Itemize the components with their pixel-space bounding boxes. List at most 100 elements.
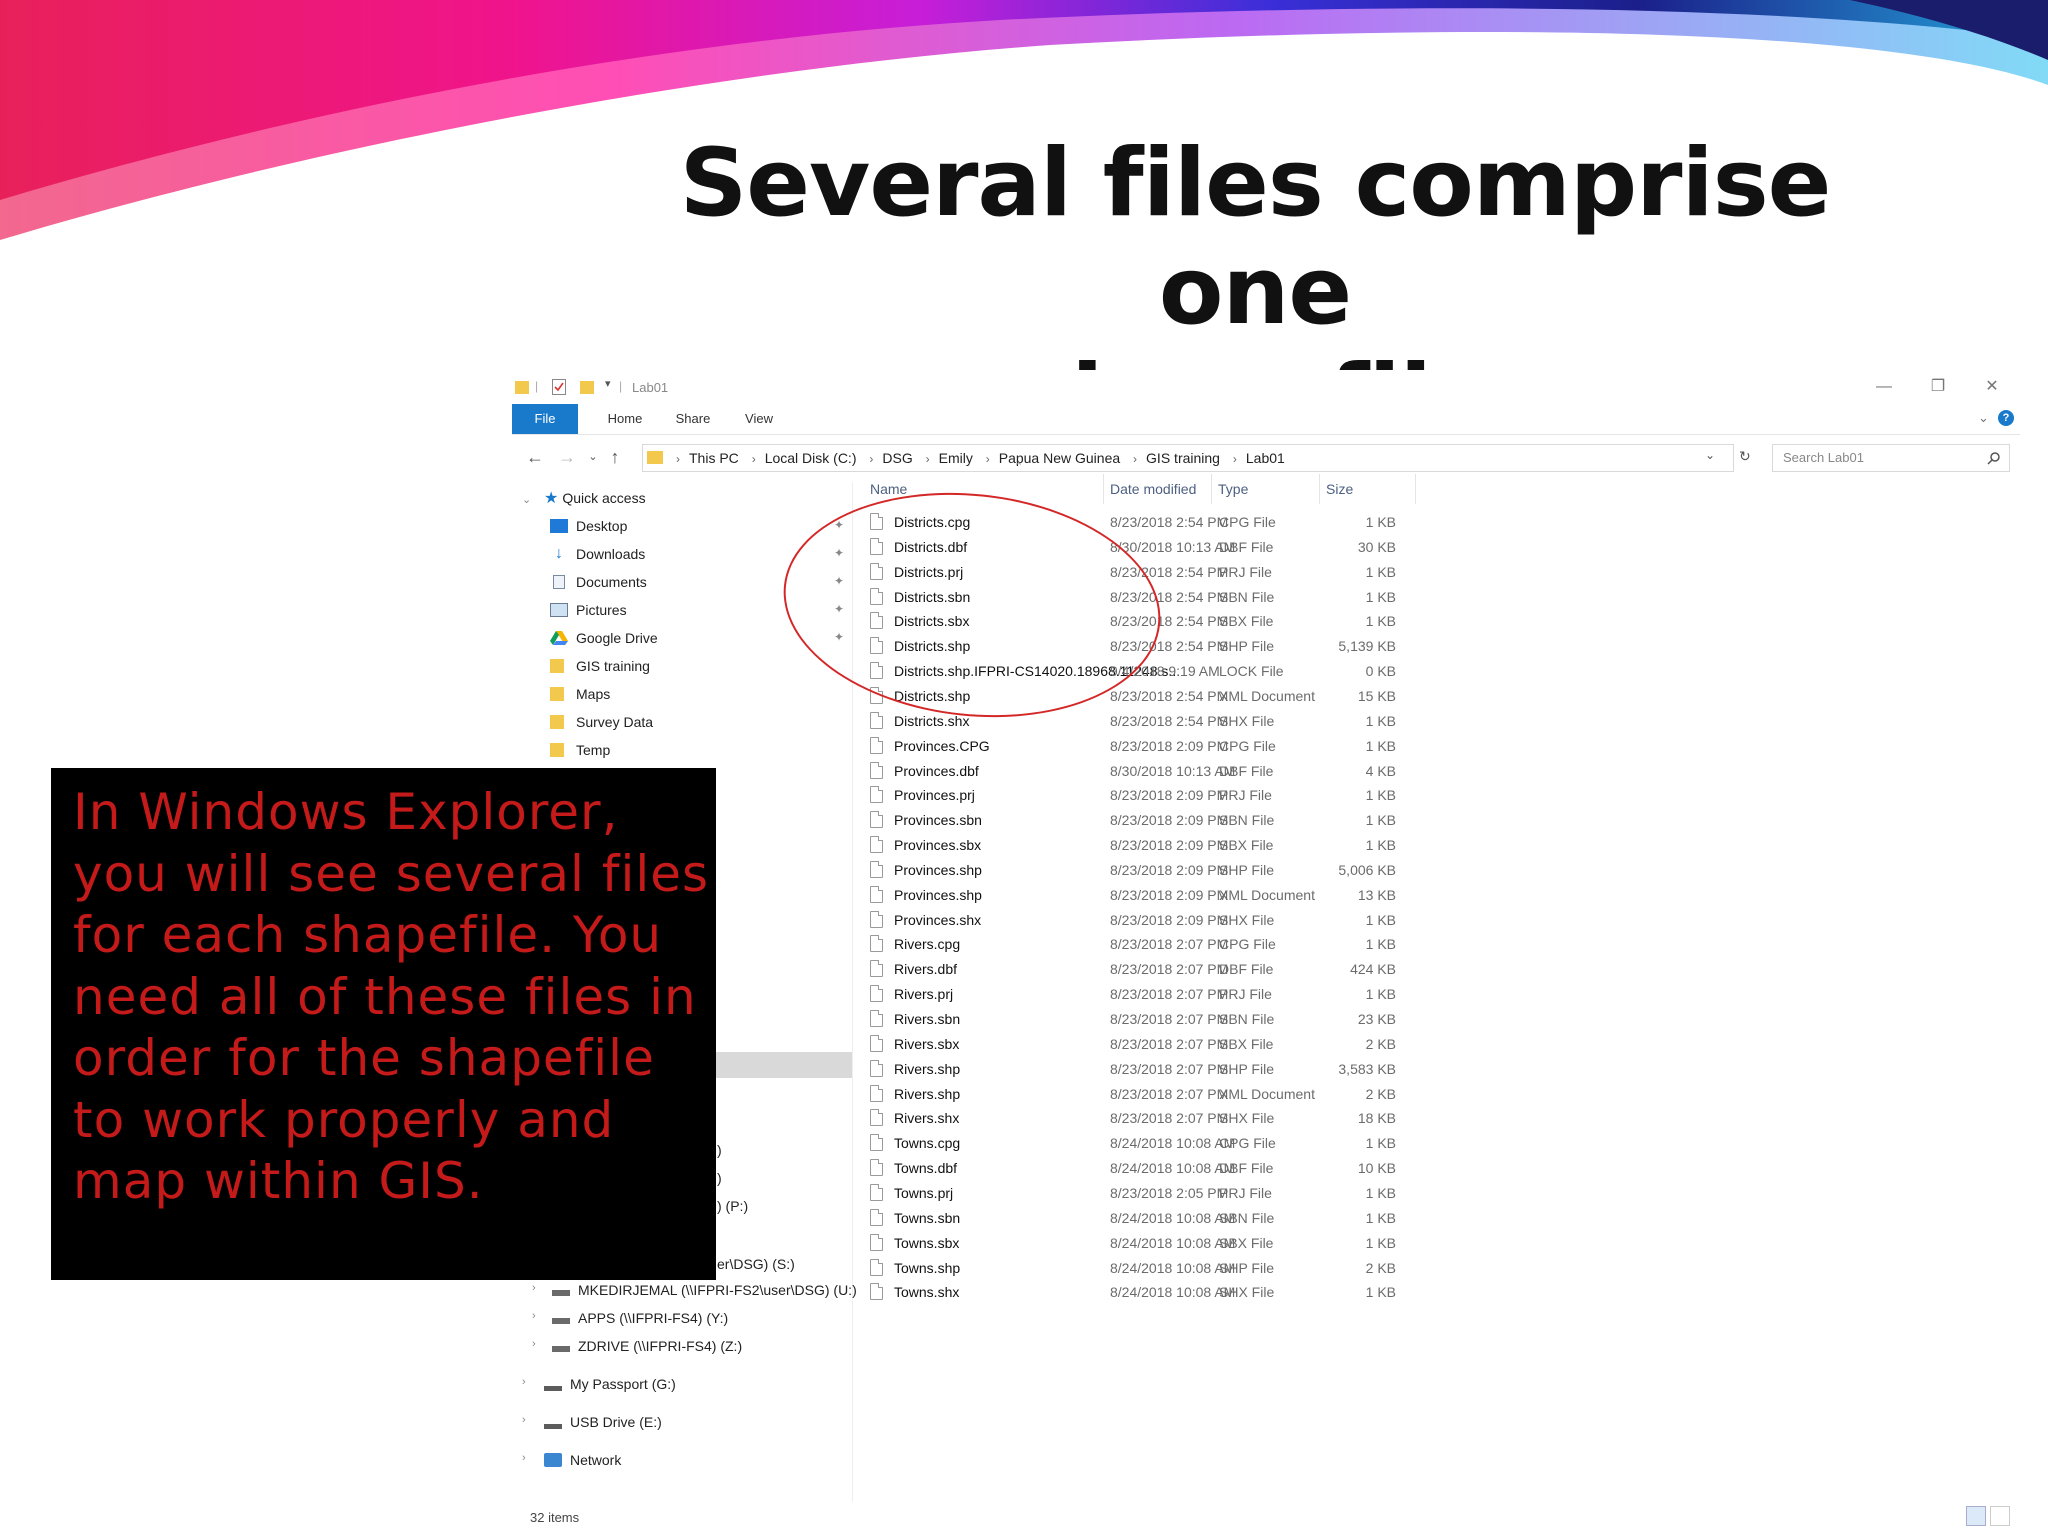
file-row[interactable]: Rivers.shp 8/23/2018 2:07 PM SHP File 3,583…	[864, 1057, 1684, 1081]
breadcrumb-lab01[interactable]: Lab01	[1246, 450, 1285, 466]
column-header-type[interactable]: Type	[1212, 474, 1320, 504]
file-row[interactable]: Rivers.sbx 8/23/2018 2:07 PM SBX File 2 KB	[864, 1032, 1684, 1056]
file-row[interactable]: Provinces.CPG 8/23/2018 2:09 PM CPG File 1 …	[864, 734, 1684, 758]
nav-drive-partial[interactable]: )	[717, 1138, 722, 1162]
new-folder-icon[interactable]	[580, 379, 594, 395]
up-arrow-icon[interactable]: ↑	[604, 446, 626, 468]
file-row[interactable]: Towns.prj 8/23/2018 2:05 PM PRJ File 1 KB	[864, 1181, 1684, 1205]
chevron-down-icon[interactable]: ⌄	[522, 493, 531, 506]
file-row[interactable]: Rivers.shp 8/23/2018 2:07 PM XML Document 2…	[864, 1082, 1684, 1106]
tab-view[interactable]: View	[728, 404, 790, 434]
nav-label: Downloads	[576, 546, 646, 562]
file-row[interactable]: Provinces.dbf 8/30/2018 10:13 AM DBF File 4…	[864, 759, 1684, 783]
file-size: 1 KB	[1365, 837, 1396, 854]
breadcrumb-local-disk[interactable]: Local Disk (C:)	[765, 450, 857, 466]
nav-network[interactable]: Network	[544, 1448, 621, 1472]
file-icon	[870, 1109, 883, 1127]
file-date-modified: 8/23/2018 2:09 PM	[1110, 911, 1229, 928]
address-dropdown-icon[interactable]: ⌄	[1705, 448, 1715, 462]
file-date-modified: 8/23/2018 2:54 PM	[1110, 712, 1229, 729]
close-button[interactable]: ✕	[1970, 374, 2014, 400]
breadcrumb-emily[interactable]: Emily	[939, 450, 973, 466]
file-row[interactable]: Rivers.sbn 8/23/2018 2:07 PM SBN File 23 KB	[864, 1007, 1684, 1031]
file-row[interactable]: Provinces.shx 8/23/2018 2:09 PM SHX File 1 …	[864, 908, 1684, 932]
nav-label: Pictures	[576, 602, 627, 618]
nav-drive-z[interactable]: ZDRIVE (\\IFPRI-FS4) (Z:)	[552, 1334, 742, 1358]
file-size: 1 KB	[1365, 1209, 1396, 1226]
file-row[interactable]: Towns.shp 8/24/2018 10:08 AM SHP File 2 KB	[864, 1256, 1684, 1280]
file-row[interactable]: Provinces.shp 8/23/2018 2:09 PM SHP File 5,…	[864, 858, 1684, 882]
breadcrumb-this-pc[interactable]: This PC	[689, 450, 739, 466]
file-row[interactable]: Provinces.shp 8/23/2018 2:09 PM XML Docume…	[864, 883, 1684, 907]
breadcrumb-gis-training[interactable]: GIS training	[1146, 450, 1220, 466]
file-icon	[870, 761, 883, 779]
nav-drive-partial[interactable]: ) (P:)	[717, 1194, 748, 1218]
restore-button[interactable]: ❐	[1916, 374, 1960, 400]
customize-dropdown-icon[interactable]: ▾	[605, 377, 611, 390]
file-size: 1 KB	[1365, 1184, 1396, 1201]
refresh-icon[interactable]: ↻	[1739, 448, 1751, 465]
file-type: CPG File	[1219, 737, 1276, 754]
file-row[interactable]: Towns.sbn 8/24/2018 10:08 AM SBN File 1 KB	[864, 1206, 1684, 1230]
file-name: Rivers.shp	[894, 1085, 961, 1102]
tab-home[interactable]: Home	[594, 404, 656, 434]
file-row[interactable]: Provinces.prj 8/23/2018 2:09 PM PRJ File 1 …	[864, 783, 1684, 807]
file-row[interactable]: Towns.sbx 8/24/2018 10:08 AM SBX File 1 KB	[864, 1231, 1684, 1255]
file-row[interactable]: Towns.dbf 8/24/2018 10:08 AM DBF File 10 KB	[864, 1156, 1684, 1180]
chevron-right-icon[interactable]: ›	[522, 1376, 526, 1388]
chevron-right-icon[interactable]: ›	[532, 1338, 536, 1350]
nav-usb-drive[interactable]: USB Drive (E:)	[544, 1410, 662, 1434]
tab-file[interactable]: File	[512, 404, 578, 434]
recent-locations-icon[interactable]: ⌄	[582, 446, 604, 468]
file-row[interactable]: Provinces.sbx 8/23/2018 2:09 PM SBX File 1 …	[864, 833, 1684, 857]
nav-maps[interactable]: Maps	[550, 682, 610, 706]
search-input[interactable]: Search Lab01	[1772, 444, 2010, 472]
file-row[interactable]: Towns.shx 8/24/2018 10:08 AM SHX File 1 KB	[864, 1280, 1684, 1304]
tab-share[interactable]: Share	[662, 404, 724, 434]
nav-my-passport[interactable]: My Passport (G:)	[544, 1372, 676, 1396]
properties-icon[interactable]	[552, 379, 566, 395]
chevron-right-icon[interactable]: ›	[532, 1310, 536, 1322]
column-header-date-modified[interactable]: Date modified	[1104, 474, 1212, 504]
folder-icon	[550, 659, 564, 674]
file-icon	[870, 711, 883, 729]
chevron-right-icon[interactable]: ›	[532, 1282, 536, 1294]
file-row[interactable]: Towns.cpg 8/24/2018 10:08 AM CPG File 1 KB	[864, 1131, 1684, 1155]
file-icon	[870, 1059, 883, 1077]
address-bar[interactable]: › This PC › Local Disk (C:) › DSG › Emily › P…	[642, 444, 1751, 472]
nav-google-drive[interactable]: Google Drive	[550, 626, 658, 650]
back-arrow-icon[interactable]: ←	[524, 446, 546, 468]
nav-drive-u[interactable]: MKEDIRJEMAL (\\IFPRI-FS2\user\DSG) (U:)	[552, 1278, 857, 1302]
nav-gis-training[interactable]: GIS training	[550, 654, 650, 678]
nav-downloads[interactable]: ↓ Downloads	[550, 542, 645, 566]
file-row[interactable]: Rivers.shx 8/23/2018 2:07 PM SHX File 18 KB	[864, 1106, 1684, 1130]
file-date-modified: 8/23/2018 2:07 PM	[1110, 1110, 1229, 1127]
details-view-icon[interactable]	[1966, 1506, 1986, 1526]
breadcrumb-dsg[interactable]: DSG	[882, 450, 912, 466]
file-date-modified: 8/23/2018 2:09 PM	[1110, 787, 1229, 804]
forward-arrow-icon[interactable]: →	[556, 446, 578, 468]
nav-drive-partial[interactable]: er\DSG) (S:)	[717, 1252, 795, 1276]
nav-pictures[interactable]: Pictures	[550, 598, 627, 622]
file-row[interactable]: Rivers.cpg 8/23/2018 2:07 PM CPG File 1 KB	[864, 932, 1684, 956]
chevron-right-icon[interactable]: ›	[522, 1414, 526, 1426]
help-icon[interactable]: ?	[1998, 410, 2014, 426]
file-icon	[870, 935, 883, 953]
nav-quick-access[interactable]: ★ Quick access	[544, 486, 646, 510]
minimize-button[interactable]: —	[1862, 374, 1906, 400]
nav-drive-y[interactable]: APPS (\\IFPRI-FS4) (Y:)	[552, 1306, 728, 1330]
file-row[interactable]: Rivers.dbf 8/23/2018 2:07 PM DBF File 424 K…	[864, 957, 1684, 981]
file-row[interactable]: Provinces.sbn 8/23/2018 2:09 PM SBN File 1 …	[864, 808, 1684, 832]
file-size: 1 KB	[1365, 712, 1396, 729]
column-header-size[interactable]: Size	[1320, 474, 1416, 504]
file-row[interactable]: Rivers.prj 8/23/2018 2:07 PM PRJ File 1 KB	[864, 982, 1684, 1006]
nav-documents[interactable]: Documents	[550, 570, 647, 594]
expand-ribbon-icon[interactable]: ⌄	[1978, 410, 1989, 426]
nav-drive-partial[interactable]: )	[717, 1166, 722, 1190]
chevron-right-icon[interactable]: ›	[522, 1452, 526, 1464]
nav-temp[interactable]: Temp	[550, 738, 610, 762]
nav-survey-data[interactable]: Survey Data	[550, 710, 653, 734]
large-icons-view-icon[interactable]	[1990, 1506, 2010, 1526]
nav-desktop[interactable]: Desktop	[550, 514, 627, 538]
file-type: SHP File	[1219, 1259, 1274, 1276]
